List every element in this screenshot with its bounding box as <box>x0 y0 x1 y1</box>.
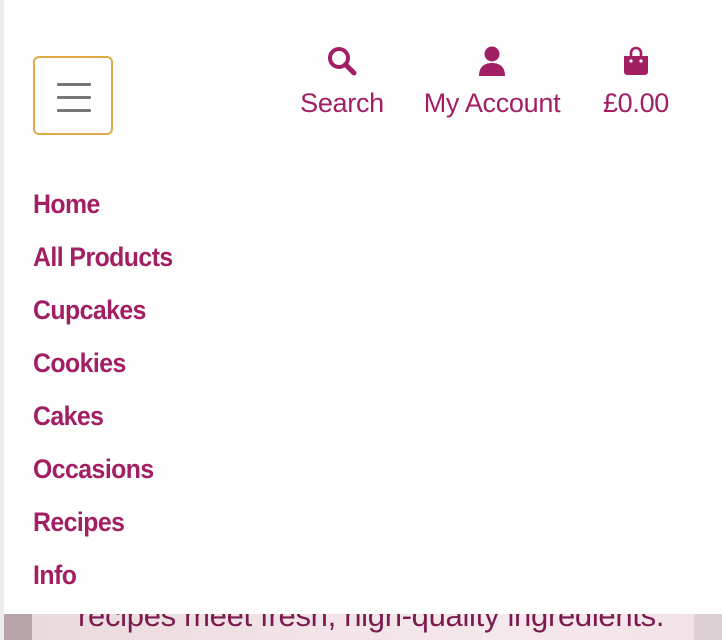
user-icon <box>478 44 506 78</box>
main-navigation: Home All Products Cupcakes Cookies Cakes… <box>33 186 185 610</box>
nav-item-home[interactable]: Home <box>33 186 173 239</box>
hamburger-icon-line <box>57 109 91 112</box>
cart-link[interactable]: £0.00 <box>602 44 670 118</box>
cart-total: £0.00 <box>602 88 670 118</box>
nav-item-info[interactable]: Info <box>33 557 173 610</box>
search-label: Search <box>300 88 384 118</box>
nav-item-cupcakes[interactable]: Cupcakes <box>33 292 173 345</box>
hamburger-icon-line <box>57 83 91 86</box>
search-icon <box>326 44 358 78</box>
menu-toggle-button[interactable] <box>33 56 113 135</box>
search-link[interactable]: Search <box>300 44 384 118</box>
shopping-bag-icon <box>623 44 649 78</box>
hero-banner: recipes meet fresh, high-quality ingredi… <box>4 614 722 640</box>
nav-item-all-products[interactable]: All Products <box>33 239 173 292</box>
hero-text: recipes meet fresh, high-quality ingredi… <box>78 614 665 633</box>
my-account-label: My Account <box>423 88 561 118</box>
hamburger-icon-line <box>57 96 91 99</box>
my-account-link[interactable]: My Account <box>423 44 561 118</box>
nav-item-cakes[interactable]: Cakes <box>33 398 173 451</box>
nav-item-cookies[interactable]: Cookies <box>33 345 173 398</box>
nav-item-recipes[interactable]: Recipes <box>33 504 173 557</box>
nav-item-occasions[interactable]: Occasions <box>33 451 173 504</box>
